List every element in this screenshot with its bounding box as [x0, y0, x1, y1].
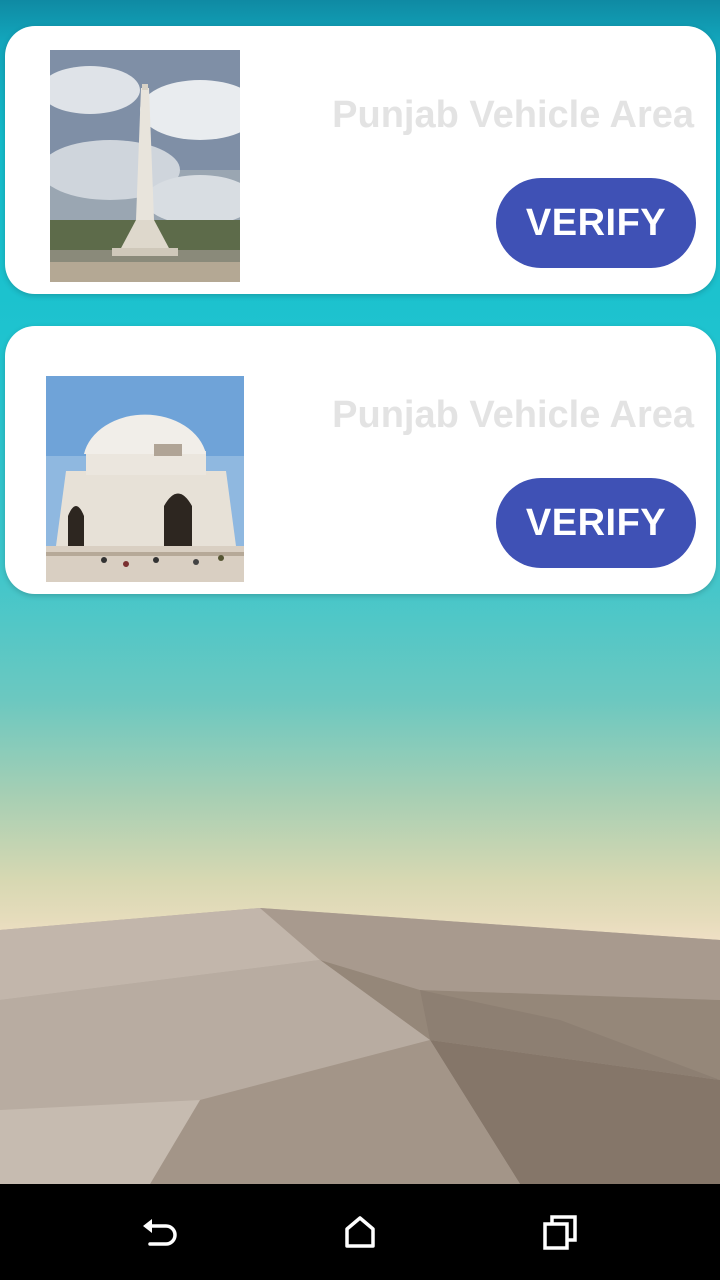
- recents-icon[interactable]: [540, 1212, 580, 1252]
- background-terrain: [0, 908, 720, 1184]
- minar-e-pakistan-image: [50, 50, 240, 282]
- verification-card[interactable]: Punjab Vehicle Area VERIFY: [5, 326, 716, 594]
- verify-button[interactable]: VERIFY: [496, 478, 696, 568]
- mazar-e-quaid-image: [46, 376, 244, 582]
- card-title: Punjab Vehicle Area: [332, 94, 694, 136]
- verification-card[interactable]: Punjab Vehicle Area VERIFY: [5, 26, 716, 294]
- verify-button[interactable]: VERIFY: [496, 178, 696, 268]
- system-navigation-bar: [0, 1184, 720, 1280]
- home-icon[interactable]: [340, 1212, 380, 1252]
- card-title: Punjab Vehicle Area: [332, 394, 694, 436]
- back-icon[interactable]: [140, 1212, 180, 1252]
